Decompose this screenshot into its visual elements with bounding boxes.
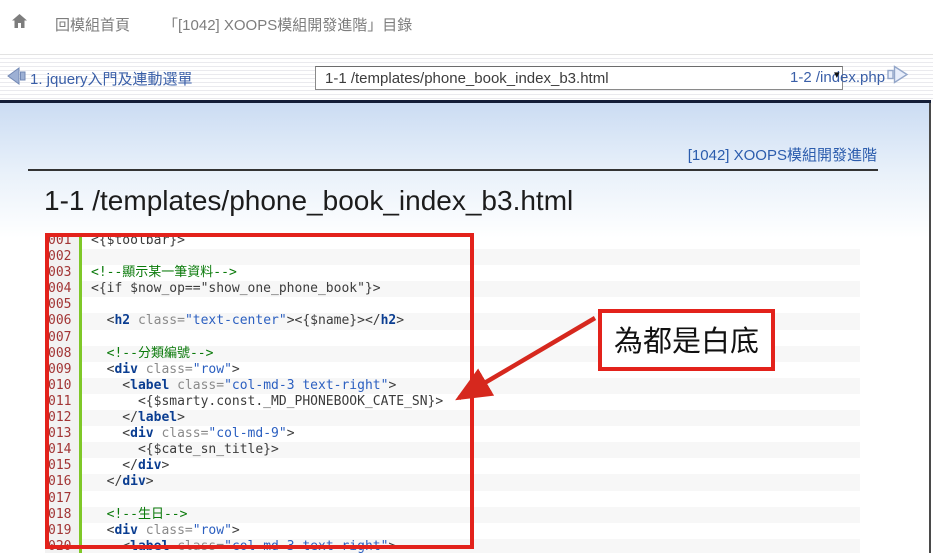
code-line: 017: [45, 491, 860, 507]
line-number: 007: [45, 330, 79, 346]
top-navbar: 回模組首頁 「[1042] XOOPS模組開發進階」目錄: [0, 0, 933, 54]
code-text: </div>: [82, 474, 154, 490]
code-text: <h2 class="text-center"><{$name}></h2>: [82, 313, 404, 329]
home-icon: [11, 16, 28, 33]
line-number: 015: [45, 458, 79, 474]
code-text: <div class="row">: [82, 523, 240, 539]
course-title-link[interactable]: [1042] XOOPS模組開發進階: [688, 144, 877, 165]
code-line: 014 <{$cate_sn_title}>: [45, 442, 860, 458]
line-number: 017: [45, 491, 79, 507]
code-text: <{$cate_sn_title}>: [82, 442, 279, 458]
line-number: 019: [45, 523, 79, 539]
current-page-input[interactable]: [315, 66, 843, 90]
line-number: 011: [45, 394, 79, 410]
code-text: <!--顯示某一筆資料-->: [82, 265, 237, 281]
next-arrow-icon[interactable]: [886, 65, 910, 89]
line-number: 018: [45, 507, 79, 523]
code-line: 002: [45, 249, 860, 265]
code-line: 013 <div class="col-md-9">: [45, 426, 860, 442]
line-number: 009: [45, 362, 79, 378]
code-text: <!--生日-->: [82, 507, 187, 523]
page-title: 1-1 /templates/phone_book_index_b3.html: [44, 185, 573, 217]
line-number: 013: [45, 426, 79, 442]
code-text: <!--分類編號-->: [82, 346, 213, 362]
line-number: 008: [45, 346, 79, 362]
line-number: 004: [45, 281, 79, 297]
line-number: 006: [45, 313, 79, 329]
code-text: <label class="col-md-3 text-right">: [82, 378, 396, 394]
code-line: 016 </div>: [45, 474, 860, 490]
code-block: 001<{$toolbar}>002003<!--顯示某一筆資料-->004<{…: [45, 233, 860, 553]
content-panel: [1042] XOOPS模組開發進階 1-1 /templates/phone_…: [0, 103, 931, 553]
line-number: 014: [45, 442, 79, 458]
pager-bar: 1. jquery入門及連動選單 1-2 /index.php ▾: [0, 54, 933, 100]
code-text: <label class="col-md-3 text-right">: [82, 539, 396, 553]
line-number: 003: [45, 265, 79, 281]
code-line: 019 <div class="row">: [45, 523, 860, 539]
header-rule: [28, 169, 878, 171]
code-text: <div class="row">: [82, 362, 240, 378]
code-text: [82, 297, 91, 313]
home-button[interactable]: [11, 13, 28, 34]
line-number: 005: [45, 297, 79, 313]
code-line: 004<{if $now_op=="show_one_phone_book"}>: [45, 281, 860, 297]
code-line: 015 </div>: [45, 458, 860, 474]
prev-page-link[interactable]: 1. jquery入門及連動選單: [30, 68, 193, 89]
code-text: <div class="col-md-9">: [82, 426, 295, 442]
code-line: 003<!--顯示某一筆資料-->: [45, 265, 860, 281]
line-number: 020: [45, 539, 79, 553]
code-line: 012 </label>: [45, 410, 860, 426]
screen: 回模組首頁 「[1042] XOOPS模組開發進階」目錄 1. jquery入門…: [0, 0, 933, 553]
code-line: 010 <label class="col-md-3 text-right">: [45, 378, 860, 394]
dropdown-caret-icon[interactable]: ▾: [834, 68, 840, 81]
back-to-module-home-link[interactable]: 回模組首頁: [55, 14, 130, 35]
prev-arrow-icon[interactable]: [6, 67, 28, 90]
line-number: 002: [45, 249, 79, 265]
code-text: [82, 249, 91, 265]
code-text: </label>: [82, 410, 185, 426]
line-number: 010: [45, 378, 79, 394]
code-line: 011 <{$smarty.const._MD_PHONEBOOK_CATE_S…: [45, 394, 860, 410]
code-text: </div>: [82, 458, 169, 474]
code-line: 020 <label class="col-md-3 text-right">: [45, 539, 860, 553]
annotation-note-text: 為都是白底: [614, 324, 759, 358]
annotation-note-box: 為都是白底: [598, 309, 775, 371]
line-number: 012: [45, 410, 79, 426]
line-number: 016: [45, 474, 79, 490]
code-text: <{if $now_op=="show_one_phone_book"}>: [82, 281, 381, 297]
code-text: [82, 330, 91, 346]
code-line: 018 <!--生日-->: [45, 507, 860, 523]
course-toc-link[interactable]: 「[1042] XOOPS模組開發進階」目錄: [163, 14, 412, 35]
line-number: 001: [45, 233, 79, 249]
code-text: <{$smarty.const._MD_PHONEBOOK_CATE_SN}>: [82, 394, 443, 410]
code-text: [82, 491, 91, 507]
code-line: 001<{$toolbar}>: [45, 233, 860, 249]
code-text: <{$toolbar}>: [82, 233, 185, 249]
